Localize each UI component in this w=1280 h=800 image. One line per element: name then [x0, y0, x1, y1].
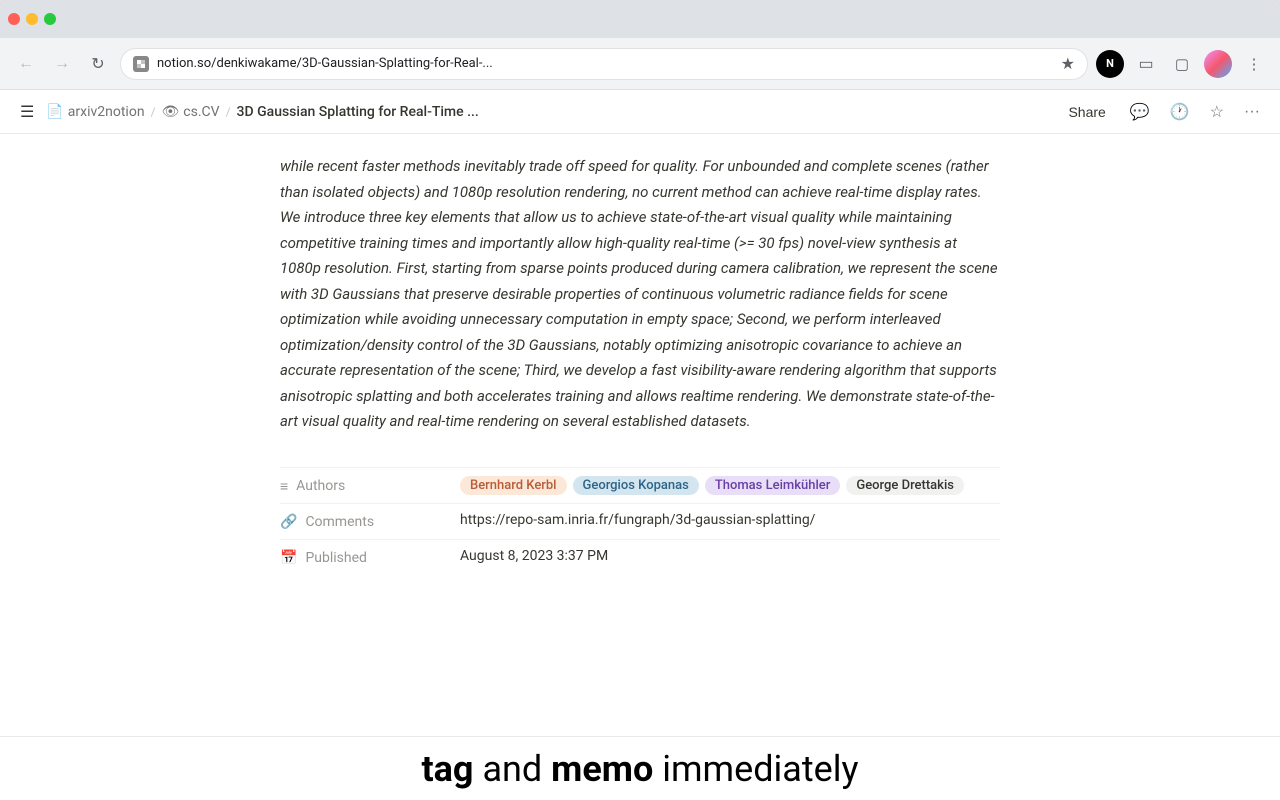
sidebar-icon: ▢	[1175, 55, 1189, 73]
share-button[interactable]: Share	[1060, 100, 1113, 124]
avatar[interactable]	[1204, 50, 1232, 78]
menu-button[interactable]: ⋮	[1240, 50, 1268, 78]
comments-link[interactable]: https://repo-sam.inria.fr/fungraph/3d-ga…	[460, 512, 815, 528]
puzzle-icon: ▭	[1138, 54, 1153, 74]
breadcrumb-item-cscv[interactable]: 👁 cs.CV	[162, 104, 220, 120]
ellipsis-icon: ···	[1244, 103, 1260, 120]
main-content[interactable]: while recent faster methods inevitably t…	[0, 134, 1280, 736]
address-text: notion.so/denkiwakame/3D-Gaussian-Splatt…	[157, 56, 1053, 71]
author-tag-1[interactable]: Georgios Kopanas	[573, 476, 699, 495]
published-label: 📅 Published	[280, 548, 460, 566]
comments-icon: 🔗	[280, 514, 297, 530]
back-icon: ←	[18, 55, 34, 73]
title-bar	[0, 0, 1280, 38]
reload-icon: ↻	[91, 54, 104, 74]
breadcrumb-separator-2: /	[226, 105, 231, 119]
comments-value: https://repo-sam.inria.fr/fungraph/3d-ga…	[460, 512, 1000, 528]
browser-window: ← → ↻ notion.so/denkiwakame/3D-Gaussian-…	[0, 0, 1280, 800]
extensions-button[interactable]: ▭	[1132, 50, 1160, 78]
author-tag-3[interactable]: George Drettakis	[846, 476, 964, 495]
tag-word: tag	[421, 748, 473, 790]
comments-label: 🔗 Comments	[280, 512, 460, 530]
breadcrumb-item-arxiv2notion[interactable]: 📄 arxiv2notion	[46, 104, 144, 120]
back-button[interactable]: ←	[12, 50, 40, 78]
breadcrumb-separator-1: /	[151, 105, 156, 119]
site-icon	[133, 56, 149, 72]
sidebar-toggle-button[interactable]: ▢	[1168, 50, 1196, 78]
forward-button[interactable]: →	[48, 50, 76, 78]
star-icon: ★	[1061, 56, 1075, 73]
published-value: August 8, 2023 3:37 PM	[460, 548, 1000, 564]
immediately-word: immediately	[662, 748, 858, 790]
reload-button[interactable]: ↻	[84, 50, 112, 78]
bookmark-button[interactable]: ★	[1061, 54, 1075, 74]
topbar-right: Share 💬 🕐 ☆ ···	[1060, 98, 1264, 126]
abstract-text: while recent faster methods inevitably t…	[280, 154, 1000, 435]
notion-extension-icon[interactable]: N	[1096, 50, 1124, 78]
favorite-button[interactable]: ☆	[1206, 98, 1228, 126]
nav-right: N ▭ ▢ ⋮	[1096, 50, 1268, 78]
authors-row: ≡ Authors Bernhard Kerbl Georgios Kopana…	[280, 467, 1000, 503]
comment-icon: 💬	[1130, 104, 1150, 121]
comment-button[interactable]: 💬	[1126, 98, 1154, 126]
page-more-button[interactable]: ···	[1240, 99, 1264, 125]
minimize-button[interactable]	[26, 13, 38, 25]
notion-topbar: ☰ 📄 arxiv2notion / 👁 cs.CV / 3D Gaussian…	[0, 90, 1280, 134]
more-icon: ⋮	[1247, 55, 1262, 73]
memo-word: memo	[551, 748, 653, 790]
star-favorite-icon: ☆	[1210, 104, 1224, 121]
breadcrumb-current[interactable]: 3D Gaussian Splatting for Real-Time ...	[237, 104, 479, 120]
published-row: 📅 Published August 8, 2023 3:37 PM	[280, 539, 1000, 575]
published-icon: 📅	[280, 550, 297, 566]
breadcrumb: 📄 arxiv2notion / 👁 cs.CV / 3D Gaussian S…	[46, 104, 478, 120]
authors-icon: ≡	[280, 478, 288, 495]
bottom-text: tag and memo immediately	[421, 748, 858, 790]
authors-value: Bernhard Kerbl Georgios Kopanas Thomas L…	[460, 476, 1000, 495]
history-icon: 🕐	[1170, 104, 1190, 121]
properties-section: ≡ Authors Bernhard Kerbl Georgios Kopana…	[280, 467, 1000, 575]
close-button[interactable]	[8, 13, 20, 25]
author-tag-2[interactable]: Thomas Leimkühler	[705, 476, 841, 495]
published-date: August 8, 2023 3:37 PM	[460, 548, 608, 564]
hamburger-icon: ☰	[20, 104, 34, 121]
author-tag-0[interactable]: Bernhard Kerbl	[460, 476, 567, 495]
bottom-overlay: tag and memo immediately	[0, 736, 1280, 800]
authors-label: ≡ Authors	[280, 476, 460, 495]
maximize-button[interactable]	[44, 13, 56, 25]
comments-row: 🔗 Comments https://repo-sam.inria.fr/fun…	[280, 503, 1000, 539]
and-word: and	[482, 748, 551, 790]
address-bar[interactable]: notion.so/denkiwakame/3D-Gaussian-Splatt…	[120, 48, 1088, 80]
history-button[interactable]: 🕐	[1166, 98, 1194, 126]
hamburger-button[interactable]: ☰	[16, 98, 38, 126]
article-body: while recent faster methods inevitably t…	[280, 134, 1000, 615]
traffic-lights	[8, 13, 56, 25]
forward-icon: →	[54, 55, 70, 73]
nav-bar: ← → ↻ notion.so/denkiwakame/3D-Gaussian-…	[0, 38, 1280, 90]
eye-icon: 👁	[162, 104, 180, 120]
doc-icon: 📄	[46, 104, 63, 120]
